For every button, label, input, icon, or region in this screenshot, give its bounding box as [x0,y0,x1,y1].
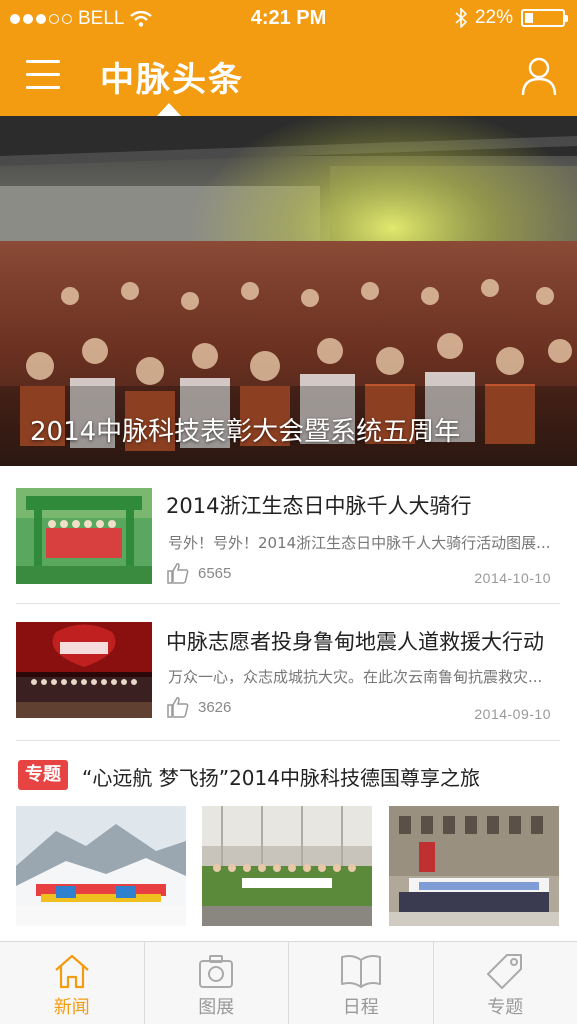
book-icon [340,955,381,988]
tab-label: 图展 [198,997,235,1018]
tab-label: 日程 [342,997,379,1018]
status-bar: BELL 4:21 PM 22% [0,0,577,36]
news-item[interactable]: 2014浙江生态日中脉千人大骑行 号外！号外！2014浙江生态日中脉千人大骑行活… [0,466,577,602]
news-title: 中脉志愿者投身鲁甸地震人道救援大行动 [166,630,544,654]
page-title: 中脉头条 [100,60,244,100]
camera-icon [199,955,234,988]
top-bar: BELL 4:21 PM 22% 中脉头条 [0,0,577,116]
hero-caption: 2014中脉科技表彰大会暨系统五周年 [30,417,461,447]
topic-section[interactable]: 专题 “心远航 梦飞扬”2014中脉科技德国尊享之旅 [0,742,577,942]
like-count[interactable]: 6565 [166,562,231,584]
thumbs-up-icon [167,697,189,718]
tab-label: 专题 [487,997,524,1018]
like-count-label: 3626 [198,698,232,716]
tab-bar: 新闻 图展 日程 专题 [0,941,577,1024]
battery-icon [521,9,568,27]
tab-label: 新闻 [53,997,90,1018]
topic-title: “心远航 梦飞扬”2014中脉科技德国尊享之旅 [82,766,480,790]
nav-indicator [157,103,181,116]
topic-photo[interactable] [16,806,186,926]
divider [16,740,560,741]
user-icon [521,57,557,96]
topic-photo[interactable] [389,806,559,926]
news-date: 2014-09-10 [474,706,551,722]
user-button[interactable] [521,56,557,96]
topic-badge: 专题 [18,760,68,790]
topic-photo[interactable] [202,806,372,926]
news-thumbnail [16,488,152,584]
home-icon [55,954,89,989]
news-summary: 号外！号外！2014浙江生态日中脉千人大骑行活动图展... [168,534,551,552]
news-date: 2014-10-10 [474,570,551,586]
tab-news[interactable]: 新闻 [0,942,145,1024]
bluetooth-icon [455,8,467,28]
like-count[interactable]: 3626 [166,696,231,718]
thumbs-up-icon [167,563,189,584]
battery-percent: 22% [474,7,513,28]
tab-gallery[interactable]: 图展 [145,942,289,1024]
news-thumbnail [16,622,152,718]
news-title: 2014浙江生态日中脉千人大骑行 [166,494,472,518]
news-summary: 万众一心，众志成城抗大灾。在此次云南鲁甸抗震救灾... [168,668,543,686]
tab-topics[interactable]: 专题 [434,942,577,1024]
nav-bar: 中脉头条 [0,40,577,116]
hero-banner[interactable]: 2014中脉科技表彰大会暨系统五周年 [0,116,577,466]
tag-icon [487,954,523,989]
news-item[interactable]: 中脉志愿者投身鲁甸地震人道救援大行动 万众一心，众志成城抗大灾。在此次云南鲁甸抗… [0,604,577,740]
tab-schedule[interactable]: 日程 [289,942,434,1024]
menu-button[interactable] [26,60,60,90]
like-count-label: 6565 [198,564,232,582]
